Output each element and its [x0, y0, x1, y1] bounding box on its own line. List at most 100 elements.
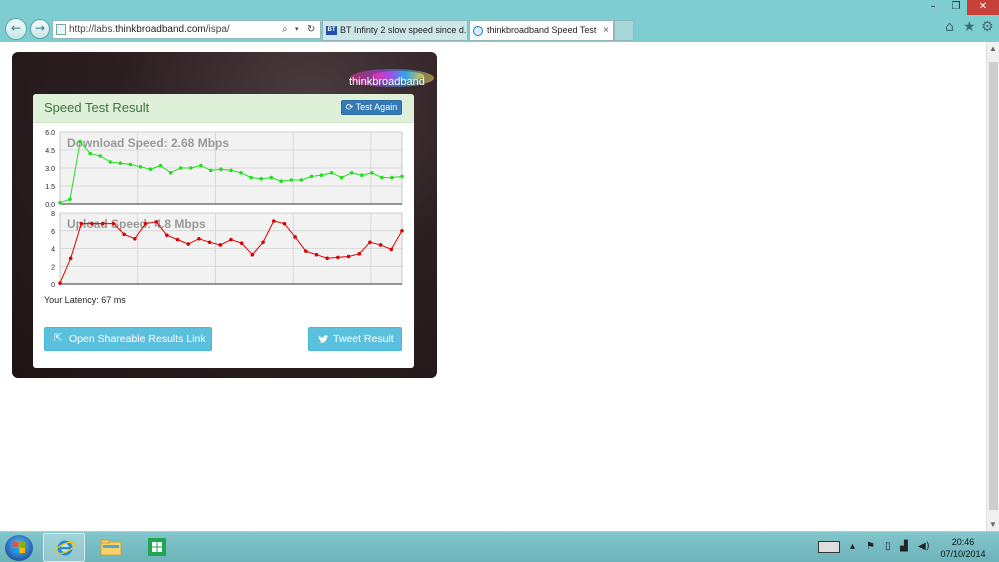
data-point [261, 240, 265, 245]
data-point [239, 241, 244, 245]
tab-speed-test[interactable]: thinkbroadband Speed Test × [469, 20, 614, 41]
store-icon [148, 538, 166, 556]
data-point [88, 151, 92, 156]
search-icon[interactable]: ⌕ [282, 21, 288, 38]
data-point [197, 236, 201, 241]
y-tick-label: 4 [51, 247, 55, 254]
data-point [400, 228, 404, 233]
internet-explorer-icon [54, 540, 76, 556]
data-point [100, 221, 105, 226]
data-point [314, 252, 319, 257]
close-tab-icon[interactable]: × [603, 21, 609, 40]
back-button[interactable]: ← [5, 18, 27, 40]
y-tick-label: 1.5 [45, 184, 55, 191]
data-point [282, 221, 287, 226]
data-point [269, 175, 274, 180]
data-point [168, 171, 173, 175]
browser-chrome: ← → http://labs.thinkbroadband.com/ispa/… [0, 0, 999, 42]
home-icon[interactable]: ⌂ [945, 19, 954, 35]
data-point [299, 178, 304, 182]
y-tick-label: 3.0 [45, 166, 55, 173]
y-tick-label: 2 [51, 264, 55, 271]
favorites-star-icon[interactable]: ★ [963, 19, 976, 35]
data-point [122, 232, 126, 237]
test-again-button[interactable]: ⟳ Test Again [341, 100, 402, 115]
forward-button[interactable]: → [30, 19, 50, 39]
data-point [336, 255, 340, 260]
y-tick-label: 6 [51, 229, 55, 236]
taskbar-windows-store[interactable] [136, 533, 178, 562]
scroll-up-arrow-icon[interactable]: ▲ [989, 44, 997, 53]
tab-bt-infinity[interactable]: BT BT Infinty 2 slow speed since d... [322, 20, 468, 41]
maximize-button[interactable]: ❐ [945, 0, 967, 15]
data-point [249, 175, 253, 180]
minimize-button[interactable]: – [921, 0, 945, 15]
close-window-button[interactable]: ✕ [967, 0, 999, 15]
windows-start-orb[interactable] [5, 535, 33, 561]
vertical-scrollbar[interactable]: ▲ ▼ [986, 42, 999, 531]
network-icon[interactable]: ▟ [900, 541, 908, 552]
thinkbroadband-logo: thinkbroadband [349, 69, 434, 88]
data-point [229, 237, 233, 242]
data-point [128, 162, 133, 167]
data-point [58, 201, 62, 205]
panel-title: Speed Test Result [44, 100, 150, 115]
clock-time: 20:46 [951, 537, 975, 547]
action-center-flag-icon[interactable]: ⚑ [866, 541, 875, 552]
data-point [289, 178, 294, 182]
panel-header: Speed Test Result ⟳ Test Again [33, 94, 414, 123]
data-point [346, 254, 351, 259]
tweet-result-button[interactable]: Tweet Result [308, 327, 402, 351]
refresh-icon[interactable]: ↻ [307, 21, 315, 38]
y-tick-label: 0 [51, 282, 55, 289]
data-point [357, 252, 362, 256]
volume-icon[interactable]: ◀) [918, 541, 930, 552]
taskbar-file-explorer[interactable] [90, 533, 132, 562]
forward-arrow-icon: → [34, 21, 46, 35]
touch-keyboard-icon[interactable] [818, 541, 840, 553]
data-point [250, 252, 255, 257]
url-host: thinkbroadband.com [115, 24, 206, 35]
data-point [329, 171, 334, 175]
data-point [178, 166, 183, 170]
bt-icon: BT [326, 26, 337, 35]
y-tick-label: 4.5 [45, 148, 55, 155]
result-panel: Speed Test Result ⟳ Test Again 0.0 1.5 3.0… [33, 94, 414, 368]
data-point [158, 163, 163, 168]
y-tick-label: 8 [51, 211, 55, 218]
show-hidden-icons-arrow-icon[interactable]: ▴ [850, 541, 855, 552]
data-point [279, 179, 284, 183]
chart-title: Download Speed: 2.68 Mbps [67, 136, 229, 150]
twitter-bird-icon [318, 335, 329, 343]
tab-title: BT Infinty 2 slow speed since d... [340, 25, 468, 35]
test-again-label: Test Again [355, 102, 398, 112]
data-point [349, 171, 354, 175]
tweet-label: Tweet Result [333, 333, 394, 345]
data-point [118, 161, 123, 165]
data-point [138, 165, 143, 169]
data-point [98, 154, 103, 158]
data-point [219, 167, 223, 171]
folder-icon [100, 539, 122, 556]
taskbar: ▴ ⚑ ▯ ▟ ◀) 20:46 07/10/2014 [0, 531, 999, 562]
new-tab-button[interactable] [614, 20, 634, 41]
refresh-icon: ⟳ [345, 103, 354, 113]
gear-icon[interactable]: ⚙ [981, 19, 994, 35]
share-results-button[interactable]: ⇱ Open Shareable Results Link [44, 327, 212, 351]
data-point [68, 197, 72, 201]
ie-page-icon [473, 26, 483, 36]
data-point [68, 256, 73, 261]
data-point [207, 240, 212, 245]
data-point [79, 221, 84, 226]
windows-logo-icon [13, 542, 25, 553]
scroll-down-arrow-icon[interactable]: ▼ [989, 520, 997, 529]
address-bar[interactable]: http://labs.thinkbroadband.com/ispa/ ⌕ ▾… [52, 20, 321, 39]
battery-icon[interactable]: ▯ [885, 541, 891, 552]
taskbar-internet-explorer[interactable] [43, 533, 85, 562]
data-point [188, 166, 193, 170]
data-point [390, 175, 394, 180]
dropdown-icon[interactable]: ▾ [295, 21, 299, 38]
scroll-thumb[interactable] [989, 62, 998, 510]
clock[interactable]: 20:46 07/10/2014 [938, 536, 988, 560]
tab-title: thinkbroadband Speed Test [487, 25, 597, 35]
